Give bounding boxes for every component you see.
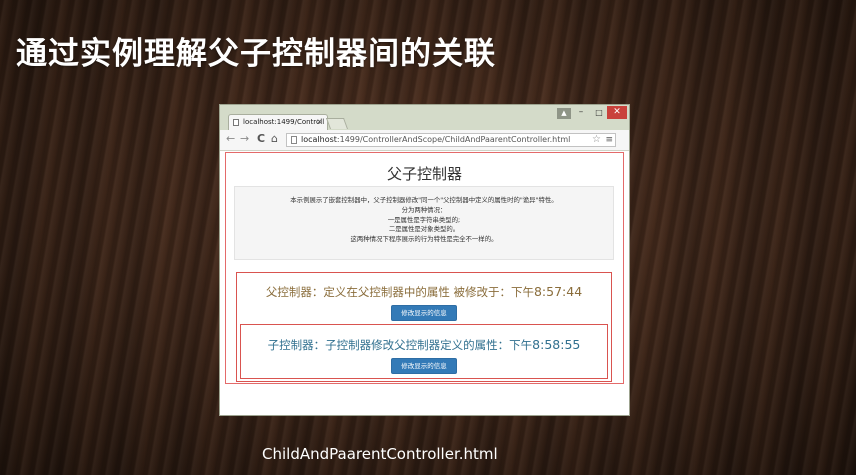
parent-modified-time: 8:57:44 [533, 284, 583, 299]
description-line: 本示例展示了嵌套控制器中，父子控制器修改"同一个"父控制器中定义的属性时的"诡异… [290, 196, 558, 204]
browser-tab[interactable]: localhost:1499/Controll × [228, 114, 328, 130]
parent-update-button[interactable]: 修改显示的信息 [391, 305, 457, 321]
new-tab-button[interactable] [325, 118, 349, 129]
tab-close-icon[interactable]: × [316, 117, 323, 126]
page-content: 父子控制器 本示例展示了嵌套控制器中，父子控制器修改"同一个"父控制器中定义的属… [220, 151, 629, 415]
description-line: 二是属性是对象类型的。 [388, 225, 460, 234]
child-modified-time: 8:58:55 [532, 337, 581, 352]
description-line: 分为两种情况： [401, 205, 447, 214]
description-box: 本示例展示了嵌套控制器中，父子控制器修改"同一个"父控制器中定义的属性时的"诡异… [234, 186, 614, 260]
tab-title: localhost:1499/Controll [243, 118, 325, 126]
url-path: :1499/ControllerAndScope/ChildAndPaarent… [336, 135, 571, 144]
description-line: 这两种情况下程序展示的行为特性是完全不一样的。 [350, 235, 498, 244]
menu-icon[interactable]: ≡ [605, 134, 613, 146]
address-bar[interactable]: localhost:1499/ControllerAndScope/ChildA… [286, 133, 616, 147]
child-message-text: 子控制器：子控制器修改父控制器定义的属性：下午 [267, 338, 533, 352]
back-icon[interactable]: ← [226, 132, 235, 146]
browser-window: localhost:1499/Controll × ▲ – □ ✕ ← → C … [219, 104, 630, 416]
reload-icon[interactable]: C [257, 132, 265, 146]
minimize-button[interactable]: – [573, 107, 589, 119]
page-favicon-icon [233, 119, 239, 126]
close-window-button[interactable]: ✕ [607, 106, 627, 119]
parent-controller-message: 父控制器：定义在父控制器中的属性 被修改于：下午8:57:44 [237, 284, 611, 300]
child-controller-box: 子控制器：子控制器修改父控制器定义的属性：下午8:58:55 修改显示的信息 [240, 324, 608, 379]
slide-title: 通过实例理解父子控制器间的关联 [16, 36, 496, 72]
outer-scope-box: 父子控制器 本示例展示了嵌套控制器中，父子控制器修改"同一个"父控制器中定义的属… [225, 152, 624, 384]
parent-message-text: 父控制器：定义在父控制器中的属性 被修改于：下午 [265, 285, 534, 299]
maximize-button[interactable]: □ [591, 107, 607, 119]
forward-icon[interactable]: → [240, 132, 249, 146]
user-profile-icon[interactable]: ▲ [557, 108, 571, 119]
url-host: localhost [301, 135, 337, 144]
page-title: 父子控制器 [386, 165, 462, 183]
browser-titlebar: localhost:1499/Controll × ▲ – □ ✕ [220, 105, 629, 130]
description-line: 一是属性是字符串类型的; [387, 215, 461, 224]
child-update-button[interactable]: 修改显示的信息 [391, 358, 457, 374]
parent-controller-box: 父控制器：定义在父控制器中的属性 被修改于：下午8:57:44 修改显示的信息 … [236, 272, 612, 382]
slide-caption: ChildAndPaarentController.html [262, 445, 498, 463]
browser-toolbar: ← → C ⌂ localhost:1499/ControllerAndScop… [220, 130, 629, 151]
page-icon [291, 136, 297, 144]
child-controller-message: 子控制器：子控制器修改父控制器定义的属性：下午8:58:55 [241, 337, 607, 353]
home-icon[interactable]: ⌂ [271, 132, 278, 146]
bookmark-star-icon[interactable]: ☆ [592, 134, 601, 146]
